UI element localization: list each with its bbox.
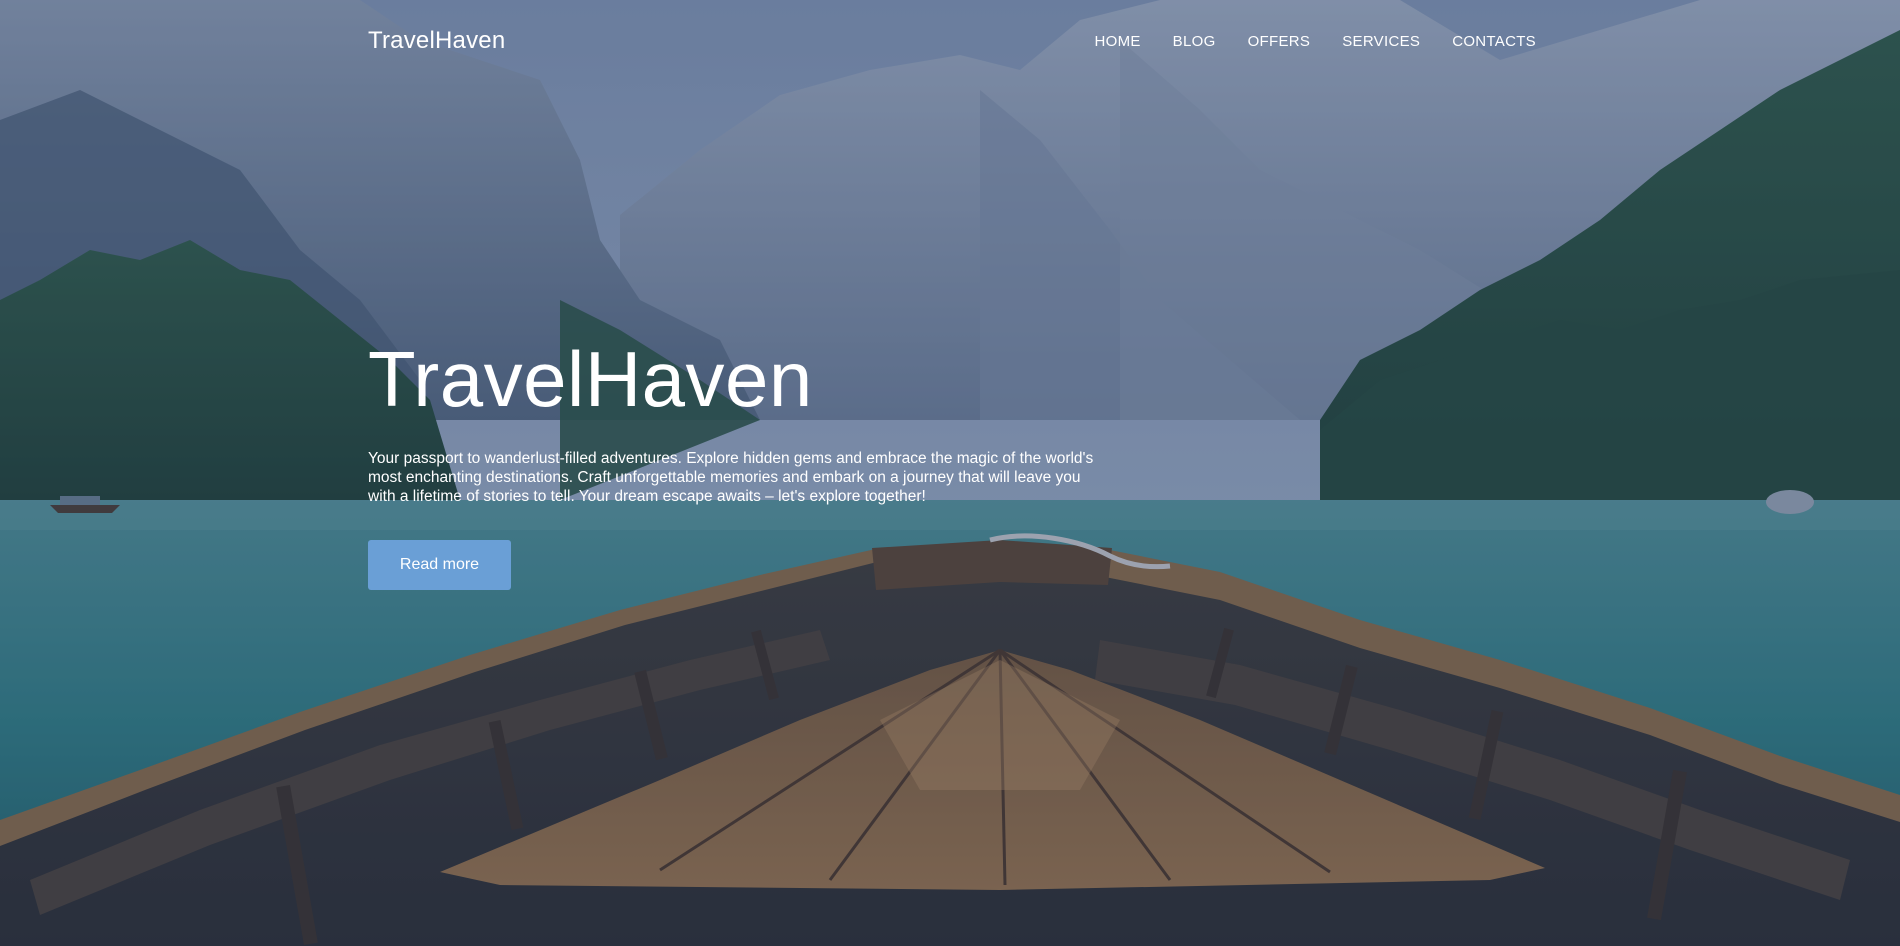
nav-item-contacts: CONTACTS: [1452, 33, 1536, 51]
nav-link-offers[interactable]: OFFERS: [1248, 33, 1311, 50]
nav-link-home[interactable]: HOME: [1094, 33, 1140, 50]
nav-link-contacts[interactable]: CONTACTS: [1452, 33, 1536, 50]
hero-title: TravelHaven: [368, 335, 813, 423]
main-nav: HOME BLOG OFFERS SERVICES CONTACTS: [1094, 33, 1536, 51]
nav-link-services[interactable]: SERVICES: [1342, 33, 1420, 50]
nav-link-blog[interactable]: BLOG: [1173, 33, 1216, 50]
nav-item-home: HOME: [1094, 33, 1140, 51]
hero-description: Your passport to wanderlust-filled adven…: [368, 450, 1094, 505]
read-more-button[interactable]: Read more: [368, 540, 511, 590]
top-navbar: TravelHaven HOME BLOG OFFERS SERVICES CO…: [0, 0, 1900, 90]
nav-item-blog: BLOG: [1173, 33, 1216, 51]
brand-logo-link[interactable]: TravelHaven: [368, 27, 505, 55]
hero-content: TravelHaven Your passport to wanderlust-…: [368, 340, 1128, 590]
nav-item-services: SERVICES: [1342, 33, 1420, 51]
nav-item-offers: OFFERS: [1248, 33, 1311, 51]
